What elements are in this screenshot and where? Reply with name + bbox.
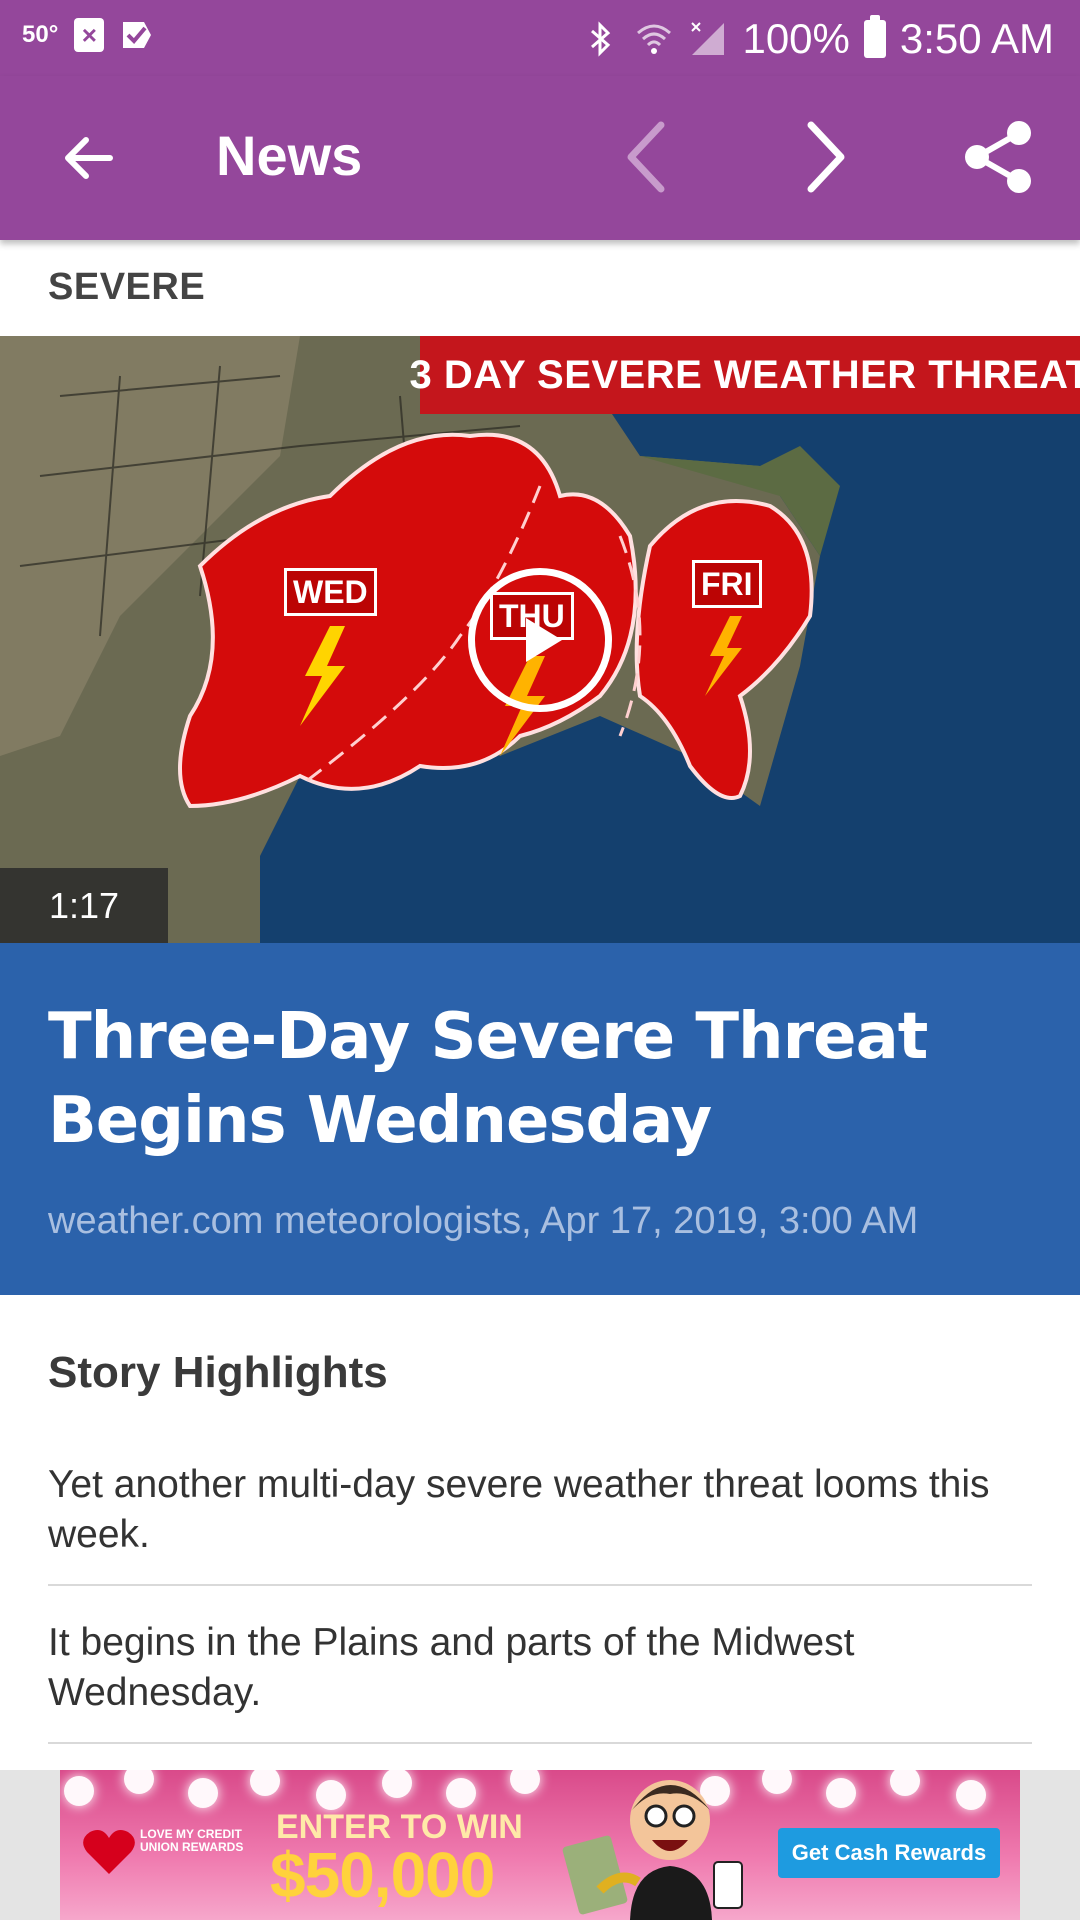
chevron-left-icon: [627, 121, 665, 193]
get-cash-rewards-button[interactable]: Get Cash Rewards: [778, 1828, 1000, 1878]
story-highlights-title: Story Highlights: [48, 1348, 388, 1397]
play-button[interactable]: [468, 568, 612, 712]
chevron-right-icon: [807, 121, 845, 193]
heart-icon: [83, 1830, 135, 1874]
article-category: SEVERE: [48, 266, 206, 308]
share-icon: [965, 121, 1031, 193]
status-bar: 50° × 100% 3:50 AM: [0, 0, 1080, 76]
back-button[interactable]: [48, 118, 128, 198]
ad-brand: LOVE MY CREDIT UNION REWARDS: [140, 1827, 244, 1854]
x-square-icon: ×: [74, 18, 105, 52]
advertisement-banner[interactable]: LOVE MY CREDIT UNION REWARDS ENTER TO WI…: [60, 1770, 1020, 1920]
arrow-left-icon: [65, 137, 113, 179]
highlight-item: It begins in the Plains and parts of the…: [48, 1618, 1032, 1744]
map-label-fri: FRI: [692, 560, 762, 608]
map-label-wed: WED: [284, 568, 377, 616]
previous-article-button[interactable]: [606, 112, 686, 202]
clock: 3:50 AM: [899, 15, 1054, 62]
app-toolbar: News: [0, 76, 1080, 240]
highlight-item: Yet another multi-day severe weather thr…: [48, 1460, 1032, 1586]
video-banner: 3 DAY SEVERE WEATHER THREAT: [409, 336, 1080, 414]
headline-section: Three-Day Severe Threat Begins Wednesday…: [0, 943, 1080, 1295]
video-player[interactable]: 3 DAY SEVERE WEATHER THREAT WED THU FRI …: [0, 336, 1080, 943]
battery-level: 100%: [742, 15, 850, 62]
next-article-button[interactable]: [786, 112, 866, 202]
article-byline: weather.com meteorologists, Apr 17, 2019…: [48, 1200, 919, 1242]
mascot-illustration: [562, 1780, 743, 1920]
cell-signal-icon: [691, 22, 725, 55]
temperature-indicator: 50°: [22, 21, 59, 48]
checkmark-tag-icon: [123, 22, 152, 48]
video-duration: 1:17: [0, 868, 168, 943]
share-button[interactable]: [954, 112, 1044, 202]
ad-amount: $50,000: [270, 1839, 495, 1911]
wifi-icon: [637, 24, 672, 54]
bluetooth-icon: [591, 21, 611, 57]
article-headline: Three-Day Severe Threat Begins Wednesday: [48, 1000, 928, 1158]
battery-icon: [863, 15, 886, 58]
play-icon: [526, 618, 562, 662]
toolbar-title: News: [216, 124, 363, 187]
ad-container: LOVE MY CREDIT UNION REWARDS ENTER TO WI…: [0, 1770, 1080, 1920]
